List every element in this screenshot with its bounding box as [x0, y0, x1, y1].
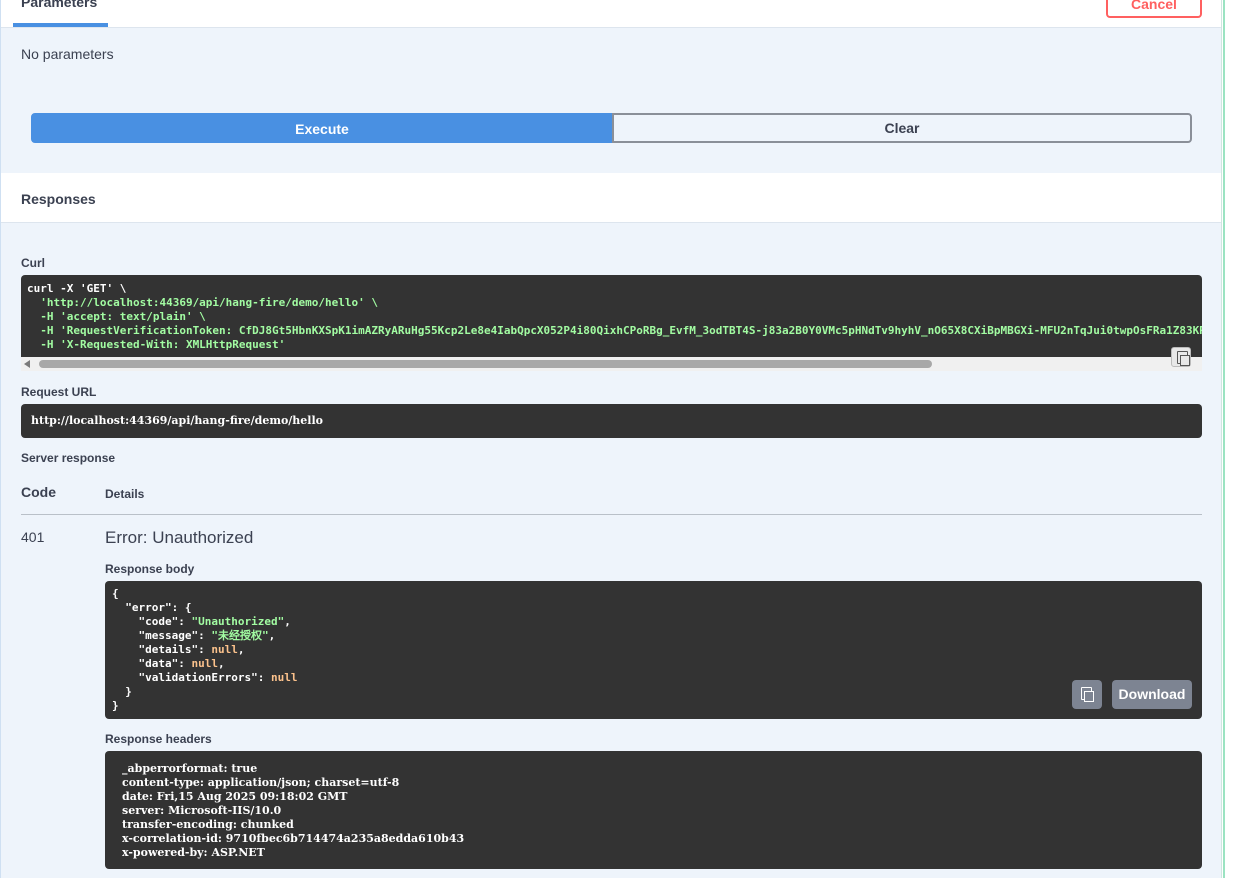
header-line: date: Fri,15 Aug 2025 09:18:02 GMT	[122, 790, 348, 803]
curl-line: -H 'accept: text/plain' \	[27, 310, 206, 323]
json-line: }	[112, 699, 119, 712]
curl-line: -H 'X-Requested-With: XMLHttpRequest'	[27, 338, 286, 351]
json-line: }	[125, 685, 132, 698]
scrollbar-thumb[interactable]	[39, 360, 932, 368]
cancel-button[interactable]: Cancel	[1106, 0, 1202, 18]
parameters-header: Parameters Cancel	[1, 0, 1223, 28]
operation-block: Parameters Cancel No parameters Execute …	[0, 0, 1223, 878]
curl-line: curl -X 'GET' \	[27, 282, 127, 295]
header-line: server: Microsoft-IIS/10.0	[122, 804, 282, 817]
json-line: "message": "未经授权",	[138, 629, 276, 642]
server-response-label: Server response	[21, 451, 116, 465]
curl-label: Curl	[21, 256, 45, 270]
code-column-header: Code	[21, 484, 56, 500]
execute-button[interactable]: Execute	[31, 113, 613, 143]
response-headers-label: Response headers	[105, 732, 212, 746]
copy-curl-icon[interactable]	[1171, 347, 1191, 367]
page-scrollbar-thumb[interactable]	[1223, 0, 1225, 878]
header-line: _abperrorformat: true	[122, 762, 258, 775]
json-line: "validationErrors": null	[138, 671, 298, 684]
curl-line: -H 'RequestVerificationToken: CfDJ8Gt5Hb…	[27, 324, 1202, 337]
header-line: content-type: application/json; charset=…	[122, 776, 400, 789]
header-line: transfer-encoding: chunked	[122, 818, 294, 831]
responses-header: Responses	[1, 173, 1223, 223]
response-body-label: Response body	[105, 562, 195, 576]
request-url-value: http://localhost:44369/api/hang-fire/dem…	[21, 404, 1202, 438]
json-line: {	[112, 587, 119, 600]
tab-underline	[13, 23, 108, 27]
tab-parameters[interactable]: Parameters	[21, 0, 97, 10]
header-line: x-powered-by: ASP.NET	[122, 846, 265, 859]
json-line: "details": null,	[138, 643, 245, 656]
no-parameters-text: No parameters	[21, 46, 114, 62]
page-scrollbar[interactable]	[1221, 0, 1243, 878]
json-line: "error": {	[125, 601, 192, 614]
details-column-header: Details	[105, 487, 145, 501]
response-status-code: 401	[21, 529, 45, 545]
download-button[interactable]: Download	[1112, 680, 1192, 709]
scroll-left-arrow-icon[interactable]	[24, 360, 30, 368]
json-line: "data": null,	[138, 657, 225, 670]
response-headers-code[interactable]: _abperrorformat: true content-type: appl…	[105, 751, 1202, 869]
table-divider	[21, 514, 1202, 515]
responses-title: Responses	[21, 191, 96, 207]
clear-button[interactable]: Clear	[612, 113, 1192, 143]
header-line: x-correlation-id: 9710fbec6b714474a235a8…	[122, 832, 465, 845]
curl-horizontal-scrollbar[interactable]	[21, 357, 1202, 371]
response-body-code[interactable]: { "error": { "code": "Unauthorized", "me…	[105, 581, 1202, 719]
json-line: "code": "Unauthorized",	[138, 615, 291, 628]
request-url-label: Request URL	[21, 385, 97, 399]
response-error-text: Error: Unauthorized	[105, 528, 254, 547]
curl-code-block[interactable]: curl -X 'GET' \ 'http://localhost:44369/…	[21, 275, 1202, 357]
copy-body-icon[interactable]	[1072, 680, 1102, 709]
execute-wrapper: Execute Clear	[31, 113, 1192, 143]
curl-line: 'http://localhost:44369/api/hang-fire/de…	[27, 296, 378, 309]
